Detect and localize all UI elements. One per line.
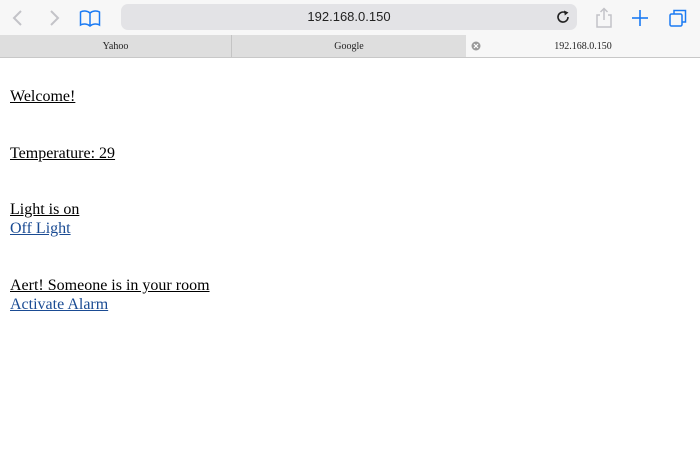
chevron-left-icon [12,10,22,26]
chevron-right-icon [50,10,60,26]
reload-icon[interactable] [555,9,571,25]
activate-alarm-link[interactable]: Activate Alarm [10,295,108,314]
plus-icon [632,10,648,26]
tab-bar: Yahoo Google 192.168.0.150 [0,35,700,58]
close-tab-icon[interactable] [471,41,481,51]
page-content: Welcome! Temperature: 29 Light is on Off… [10,58,700,463]
tab-active[interactable]: 192.168.0.150 [466,35,700,57]
bookmarks-button[interactable] [77,5,103,31]
tab-yahoo[interactable]: Yahoo [0,35,232,57]
book-icon [79,10,101,27]
light-status-text: Light is on [10,201,80,218]
welcome-text: Welcome! [10,88,76,105]
share-icon [596,7,612,28]
off-light-link[interactable]: Off Light [10,219,71,238]
back-button[interactable] [5,5,31,31]
tabs-overview-button[interactable] [665,5,691,31]
address-bar[interactable]: 192.168.0.150 [121,4,577,30]
tabs-icon [669,9,687,27]
forward-button[interactable] [41,5,67,31]
tab-label: Yahoo [102,41,129,52]
url-text: 192.168.0.150 [307,9,391,24]
tab-google[interactable]: Google [232,35,466,57]
tab-label: Google [334,41,364,52]
browser-toolbar: 192.168.0.150 [0,0,700,35]
alert-text: Aert! Someone is in your room [10,277,210,294]
share-button[interactable] [591,5,617,31]
new-tab-button[interactable] [627,5,653,31]
temperature-text: Temperature: 29 [10,145,116,162]
tab-label: 192.168.0.150 [554,41,612,52]
